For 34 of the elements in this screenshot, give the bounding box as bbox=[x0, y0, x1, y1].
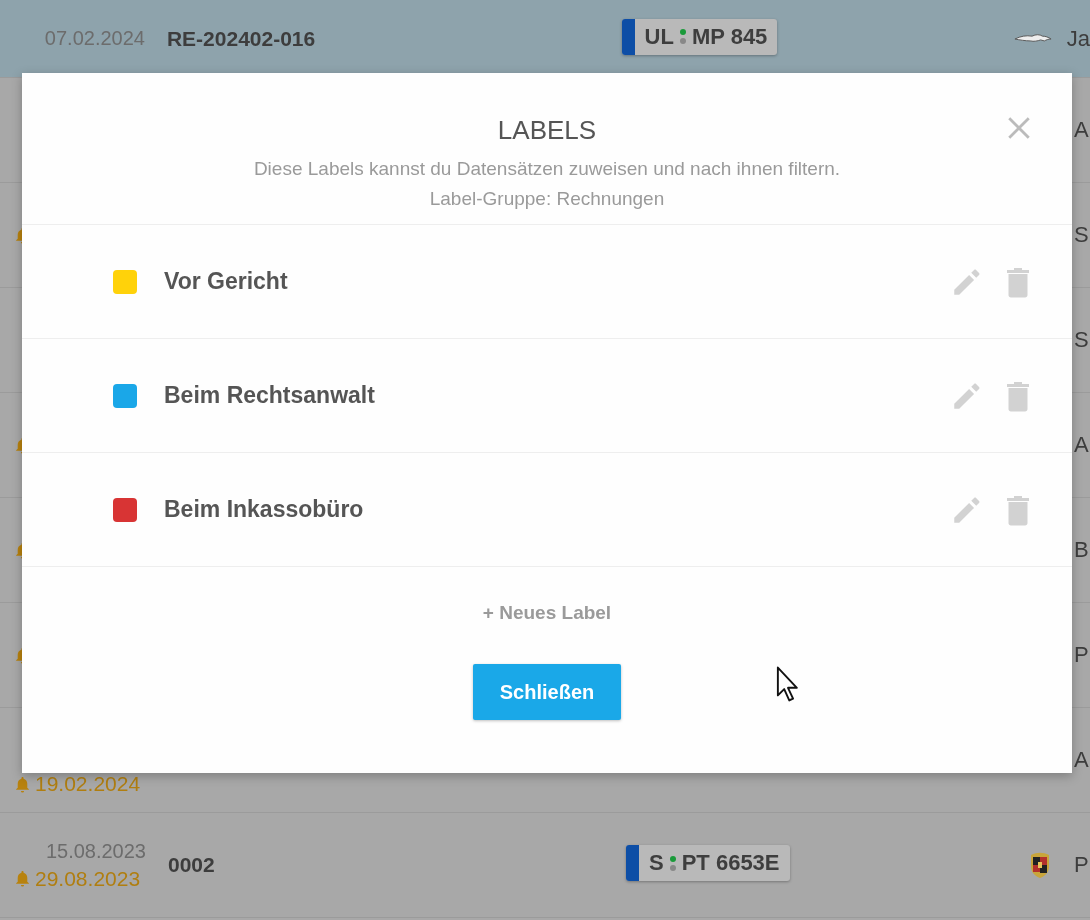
trash-icon[interactable] bbox=[1006, 493, 1030, 526]
plate-city: S bbox=[649, 850, 664, 876]
label-group-text: Label-Gruppe: Rechnungen bbox=[429, 187, 665, 211]
vehicle-name: B bbox=[1074, 537, 1089, 563]
trash-icon[interactable] bbox=[1006, 265, 1030, 298]
dialog-title: LABELS bbox=[497, 115, 597, 146]
vehicle-name: Ja bbox=[1066, 25, 1090, 52]
due-date-text: 19.02.2024 bbox=[35, 772, 141, 796]
date-text: 15.08.2023 bbox=[45, 839, 146, 863]
plate-letters: PT 6653E bbox=[681, 850, 780, 876]
vehicle-name: A bbox=[1074, 117, 1089, 143]
vehicle-name: P bbox=[1074, 642, 1089, 668]
trash-icon[interactable] bbox=[1006, 379, 1030, 412]
invoice-number: 0002 bbox=[168, 853, 215, 876]
table-row[interactable]: 07.02.2024 RE-202402-016 UL MP 845 Ja bbox=[0, 0, 1090, 78]
label-name: Beim Inkassobüro bbox=[164, 496, 365, 523]
invoice-number: RE-202402-016 bbox=[166, 26, 316, 50]
eu-strip bbox=[626, 845, 639, 881]
vehicle-name: A bbox=[1074, 747, 1089, 773]
label-name: Beim Rechtsanwalt bbox=[164, 382, 376, 409]
dialog-subtitle: Diese Labels kannst du Datensätzen zuweisen und nach ihnen filtern. bbox=[253, 157, 841, 181]
due-date-text: 29.08.2023 bbox=[35, 866, 141, 891]
vehicle-name: S bbox=[1074, 327, 1089, 353]
plate-city: UL bbox=[644, 23, 674, 50]
crest-icon bbox=[1030, 852, 1050, 878]
eu-strip bbox=[621, 18, 635, 55]
vehicle-name: P bbox=[1074, 852, 1089, 878]
close-icon[interactable] bbox=[1006, 115, 1032, 141]
date-text: 07.02.2024 bbox=[44, 27, 145, 50]
new-label-link[interactable]: + Neues Label bbox=[482, 602, 612, 624]
vehicle-name: S bbox=[1074, 222, 1089, 248]
plate-letters: MP 845 bbox=[691, 23, 768, 50]
label-name: Vor Gericht bbox=[164, 268, 289, 295]
vehicle-name: A bbox=[1074, 432, 1089, 458]
